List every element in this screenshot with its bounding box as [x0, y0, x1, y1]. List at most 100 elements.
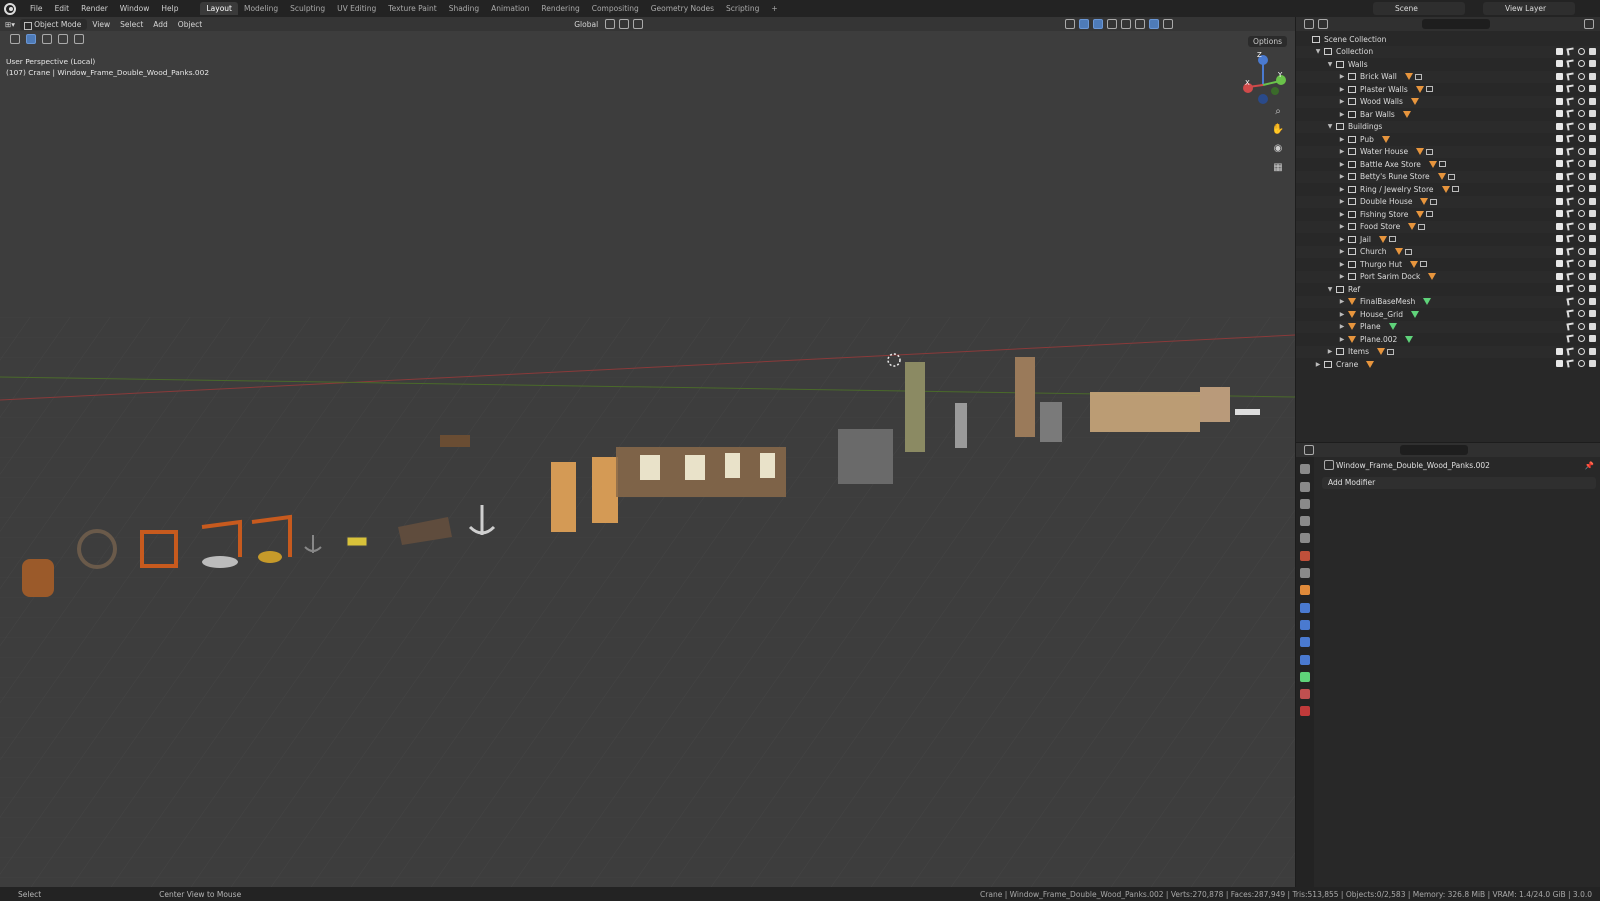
visibility-eye-icon[interactable]: [1578, 60, 1585, 67]
exclude-checkbox[interactable]: [1556, 185, 1563, 192]
render-camera-icon[interactable]: [1589, 247, 1596, 255]
outliner-row[interactable]: ▶ Jail: [1296, 233, 1600, 246]
selectable-icon[interactable]: [1566, 46, 1575, 56]
expand-arrow-icon[interactable]: ▶: [1338, 261, 1346, 268]
output-tab-icon[interactable]: [1300, 498, 1310, 509]
expand-arrow-icon[interactable]: ▶: [1338, 73, 1346, 80]
expand-arrow-icon[interactable]: ▶: [1338, 111, 1346, 118]
proportional-edit-icon[interactable]: [633, 19, 644, 29]
expand-arrow-icon[interactable]: ▼: [1326, 123, 1334, 130]
render-camera-icon[interactable]: [1589, 97, 1596, 105]
object-name[interactable]: Window_Frame_Double_Wood_Panks.002: [1336, 461, 1490, 470]
select-extend-icon[interactable]: [42, 34, 52, 44]
outliner-row[interactable]: ▶ Port Sarim Dock: [1296, 270, 1600, 283]
selectable-icon[interactable]: [1566, 196, 1575, 206]
exclude-checkbox[interactable]: [1556, 72, 1563, 80]
outliner-row[interactable]: ▶ Battle Axe Store: [1296, 158, 1600, 171]
menu-edit[interactable]: Edit: [49, 4, 76, 13]
expand-arrow-icon[interactable]: ▶: [1338, 198, 1346, 205]
pan-hand-icon[interactable]: ✋: [1271, 124, 1285, 138]
visibility-eye-icon[interactable]: [1578, 297, 1585, 305]
outliner-row[interactable]: ▶ Bar Walls: [1296, 108, 1600, 121]
outliner-row[interactable]: ▶ Ring / Jewelry Store: [1296, 183, 1600, 196]
selectable-icon[interactable]: [1566, 146, 1575, 156]
expand-arrow-icon[interactable]: ▼: [1314, 48, 1322, 55]
selectable-icon[interactable]: [1566, 321, 1575, 331]
exclude-checkbox[interactable]: [1556, 85, 1563, 92]
render-camera-icon[interactable]: [1589, 272, 1596, 280]
selectable-icon[interactable]: [1566, 134, 1575, 143]
selectable-icon[interactable]: [1566, 221, 1575, 231]
xray-icon[interactable]: [1107, 19, 1118, 29]
exclude-checkbox[interactable]: [1556, 235, 1563, 242]
render-camera-icon[interactable]: [1589, 260, 1596, 267]
expand-arrow-icon[interactable]: ▶: [1338, 148, 1346, 155]
visibility-eye-icon[interactable]: [1578, 310, 1585, 317]
wireframe-shading-icon[interactable]: [1121, 19, 1132, 29]
visibility-eye-icon[interactable]: [1578, 235, 1585, 242]
gizmo-toggle-icon[interactable]: [1079, 19, 1090, 29]
render-tab-icon[interactable]: [1300, 481, 1310, 492]
menu-window[interactable]: Window: [114, 4, 156, 13]
material-shading-icon[interactable]: [1149, 19, 1160, 29]
scene-selector[interactable]: Scene: [1373, 2, 1465, 15]
properties-search-input[interactable]: [1400, 445, 1468, 455]
object-menu[interactable]: Object: [173, 19, 207, 30]
expand-arrow-icon[interactable]: ▶: [1338, 236, 1346, 243]
zoom-icon[interactable]: ⌕: [1271, 106, 1285, 120]
visibility-eye-icon[interactable]: [1578, 335, 1585, 342]
render-camera-icon[interactable]: [1589, 135, 1596, 142]
visibility-eye-icon[interactable]: [1578, 72, 1585, 80]
tool-select-icon[interactable]: [10, 34, 20, 44]
exclude-checkbox[interactable]: [1556, 222, 1563, 230]
exclude-checkbox[interactable]: [1556, 135, 1563, 142]
exclude-checkbox[interactable]: [1556, 272, 1563, 280]
outliner-row[interactable]: ▶ Plane: [1296, 320, 1600, 333]
render-camera-icon[interactable]: [1589, 310, 1596, 317]
selectable-icon[interactable]: [1566, 84, 1575, 93]
render-camera-icon[interactable]: [1589, 72, 1596, 80]
expand-arrow-icon[interactable]: ▶: [1338, 248, 1346, 255]
outliner-row[interactable]: ▼ Collection: [1296, 45, 1600, 58]
selectable-icon[interactable]: [1566, 71, 1575, 81]
tab-geometry-nodes[interactable]: Geometry Nodes: [645, 2, 720, 15]
exclude-checkbox[interactable]: [1556, 347, 1563, 355]
material-tab-icon[interactable]: [1300, 689, 1310, 700]
outliner-row[interactable]: ▶ Double House: [1296, 195, 1600, 208]
expand-arrow-icon[interactable]: ▶: [1338, 98, 1346, 105]
visibility-eye-icon[interactable]: [1578, 260, 1585, 267]
solid-shading-icon[interactable]: [1135, 19, 1146, 29]
selectable-icon[interactable]: [1566, 359, 1575, 368]
selectable-icon[interactable]: [1566, 271, 1575, 281]
exclude-checkbox[interactable]: [1556, 97, 1563, 105]
exclude-checkbox[interactable]: [1556, 247, 1563, 255]
rendered-shading-icon[interactable]: [1163, 19, 1174, 29]
exclude-checkbox[interactable]: [1556, 122, 1563, 130]
render-camera-icon[interactable]: [1589, 110, 1596, 117]
collection-tab-icon[interactable]: [1300, 568, 1310, 579]
render-camera-icon[interactable]: [1589, 60, 1596, 67]
render-camera-icon[interactable]: [1589, 160, 1596, 167]
tab-shading[interactable]: Shading: [443, 2, 485, 15]
selectable-icon[interactable]: [1566, 121, 1575, 131]
outliner-row[interactable]: ▶ Plaster Walls: [1296, 83, 1600, 96]
add-menu[interactable]: Add: [148, 19, 173, 30]
visibility-eye-icon[interactable]: [1578, 110, 1585, 117]
outliner-row[interactable]: ▶ Crane: [1296, 358, 1600, 371]
outliner-row[interactable]: ▶ Thurgo Hut: [1296, 258, 1600, 271]
expand-arrow-icon[interactable]: ▶: [1338, 186, 1346, 193]
select-subtract-icon[interactable]: [58, 34, 68, 44]
tab-compositing[interactable]: Compositing: [586, 2, 645, 15]
render-camera-icon[interactable]: [1589, 222, 1596, 230]
expand-arrow-icon[interactable]: ▶: [1338, 86, 1346, 93]
render-camera-icon[interactable]: [1589, 85, 1596, 92]
tab-uv-editing[interactable]: UV Editing: [331, 2, 382, 15]
expand-arrow-icon[interactable]: ▶: [1338, 136, 1346, 143]
visibility-eye-icon[interactable]: [1578, 197, 1585, 205]
world-tab-icon[interactable]: [1300, 550, 1310, 561]
selectable-icon[interactable]: [1566, 309, 1575, 318]
render-camera-icon[interactable]: [1589, 322, 1596, 330]
render-camera-icon[interactable]: [1589, 147, 1596, 155]
render-camera-icon[interactable]: [1589, 297, 1596, 305]
render-camera-icon[interactable]: [1589, 210, 1596, 217]
